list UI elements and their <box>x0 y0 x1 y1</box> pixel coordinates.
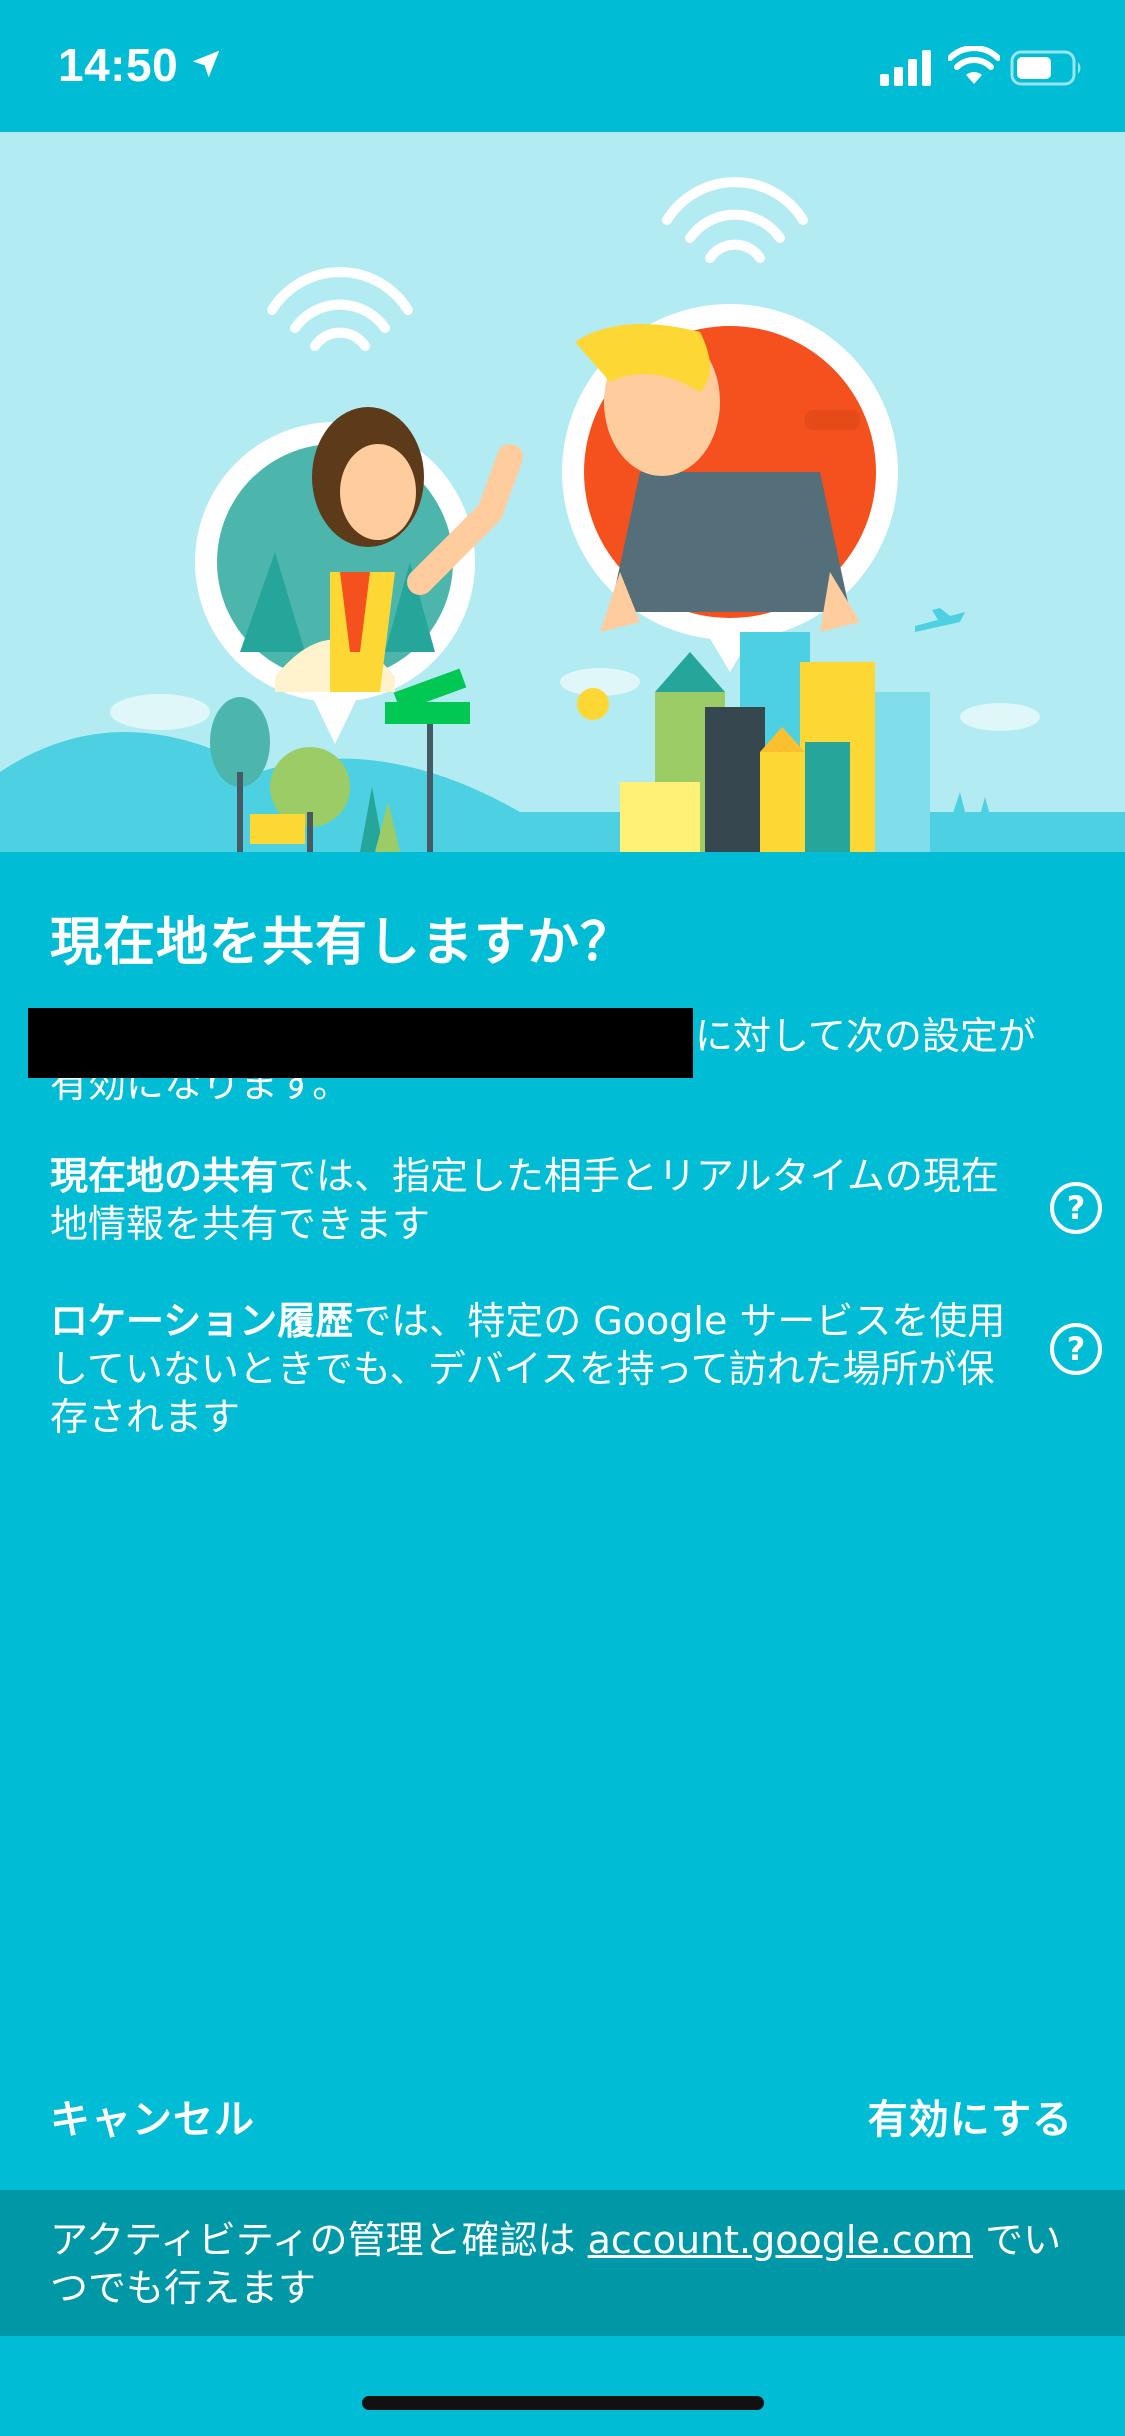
location-history-label: ロケーション履歴 <box>50 1299 354 1343</box>
cancel-button[interactable]: キャンセル <box>50 2087 255 2145</box>
location-history-info: ロケーション履歴では、特定の Google サービスを使用していないときでも、デ… <box>50 1297 1010 1441</box>
share-location-screen: 14:50 現在地を共有しますか？ に対して次の設定が 有効になります。 現在地… <box>0 0 1125 2436</box>
location-arrow-icon <box>192 50 220 78</box>
cloud-shape <box>960 703 1040 731</box>
location-sharing-info: 現在地の共有では、指定した相手とリアルタイムの現在地情報を共有できます <box>50 1152 1010 1248</box>
help-circle-icon[interactable]: ? <box>1050 1323 1102 1375</box>
person-man-icon <box>562 304 898 672</box>
account-link[interactable]: account.google.com <box>588 2218 973 2262</box>
battery-icon <box>1010 50 1081 86</box>
location-sharing-label: 現在地の共有 <box>50 1154 279 1198</box>
footer-text: アクティビティの管理と確認は account.google.com でいつでも行… <box>50 2216 1080 2312</box>
wifi-icon <box>948 46 1000 84</box>
status-time: 14:50 <box>58 39 179 91</box>
page-title: 現在地を共有しますか？ <box>50 913 634 973</box>
help-circle-icon[interactable]: ? <box>1050 1182 1102 1234</box>
dialog-actions: キャンセル 有効にする <box>0 2045 1125 2195</box>
enable-button[interactable]: 有効にする <box>868 2087 1073 2145</box>
status-bar: 14:50 <box>0 0 1125 132</box>
redacted-account-block <box>28 1008 693 1078</box>
activity-footer: アクティビティの管理と確認は account.google.com でいつでも行… <box>0 2190 1125 2336</box>
location-sharing-illustration <box>0 132 1125 852</box>
intro-suffix-text: に対して次の設定が <box>695 1014 1036 1058</box>
home-indicator[interactable] <box>362 2396 764 2410</box>
footer-text-before: アクティビティの管理と確認は <box>50 2218 588 2262</box>
signal-icon <box>880 50 931 86</box>
cloud-shape <box>110 694 210 730</box>
